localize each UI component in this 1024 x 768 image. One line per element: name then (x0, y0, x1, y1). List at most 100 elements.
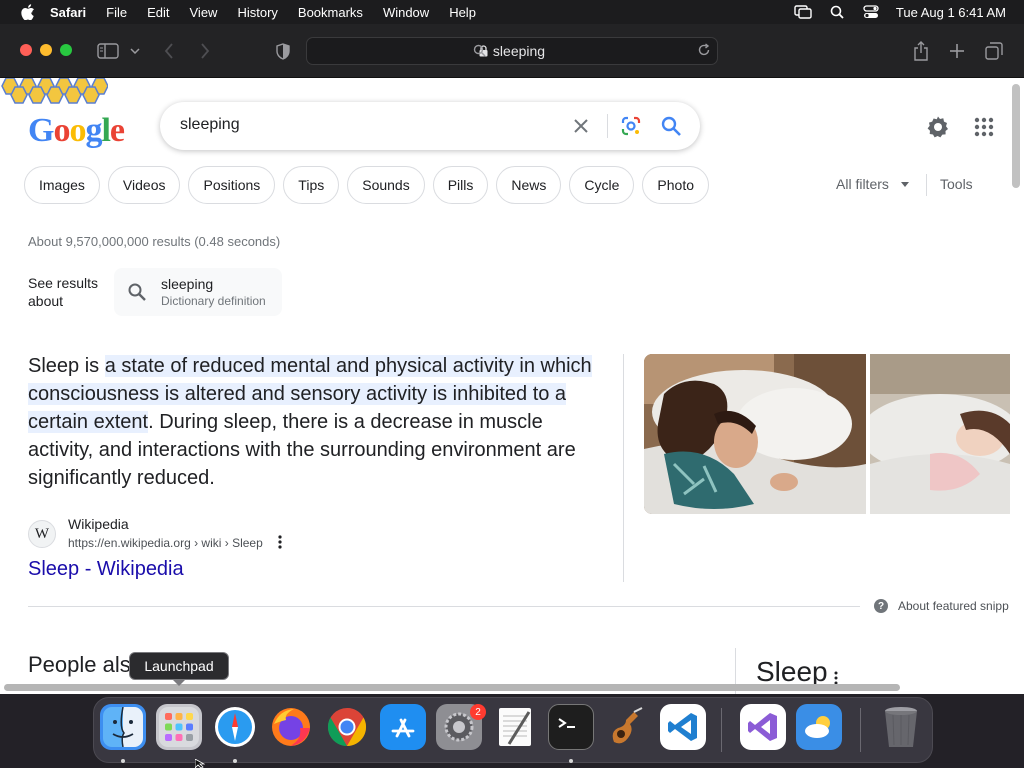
dictionary-card[interactable]: sleeping Dictionary definition (114, 268, 282, 316)
all-filters-button[interactable]: All filters (836, 176, 909, 192)
weather-icon[interactable] (796, 704, 842, 750)
new-tab-icon[interactable] (948, 40, 966, 62)
search-divider (607, 114, 608, 138)
chip-positions[interactable]: Positions (188, 166, 276, 204)
textedit-icon[interactable] (492, 704, 538, 750)
back-icon[interactable] (160, 40, 178, 62)
featured-snippet-text: Sleep is a state of reduced mental and p… (28, 352, 608, 492)
logo-letter: o (53, 112, 70, 149)
chip-news[interactable]: News (496, 166, 562, 204)
menu-file[interactable]: File (106, 5, 127, 20)
privacy-shield-icon[interactable] (274, 40, 292, 62)
logo-letter: G (28, 112, 54, 149)
settings-gear-icon[interactable] (926, 115, 950, 139)
snippet-divider (623, 354, 624, 582)
notification-badge: 2 (470, 704, 486, 720)
tab-overview-icon[interactable] (984, 40, 1004, 62)
search-icon[interactable] (660, 115, 682, 137)
app-store-icon[interactable] (380, 704, 426, 750)
chip-cycle[interactable]: Cycle (569, 166, 635, 204)
window-close-button[interactable] (20, 44, 32, 56)
sleeping-woman-image[interactable] (644, 354, 866, 514)
people-also-ask-heading: People also (28, 652, 143, 677)
filter-chips: Images Videos Positions Tips Sounds Pill… (24, 166, 717, 204)
search-icon (128, 283, 146, 301)
google-logo[interactable]: Google (28, 112, 125, 150)
all-filters-label: All filters (836, 176, 889, 192)
window-zoom-button[interactable] (60, 44, 72, 56)
vscode-icon[interactable] (660, 704, 706, 750)
instruments-icon[interactable] (604, 704, 650, 750)
running-indicator (121, 759, 125, 763)
visual-studio-icon[interactable] (740, 704, 786, 750)
clear-search-icon[interactable] (570, 115, 592, 137)
chip-photo[interactable]: Photo (642, 166, 710, 204)
result-stats: About 9,570,000,000 results (0.48 second… (28, 234, 281, 249)
logo-letter: g (85, 112, 102, 149)
help-icon[interactable]: ? (874, 599, 888, 613)
wikipedia-favicon[interactable]: W (28, 520, 56, 548)
chip-pills[interactable]: Pills (432, 166, 489, 204)
doodle-hexagon-icon[interactable] (0, 78, 108, 108)
chip-videos[interactable]: Videos (107, 166, 181, 204)
logo-letter: o (69, 112, 86, 149)
menu-help[interactable]: Help (449, 5, 476, 20)
chip-images[interactable]: Images (24, 166, 100, 204)
more-options-icon[interactable] (272, 534, 288, 550)
trash-icon[interactable] (878, 704, 924, 750)
see-results-about-label: See results about (28, 275, 99, 309)
browser-toolbar: sleeping (0, 24, 1024, 78)
launchpad-icon[interactable] (156, 704, 202, 750)
safari-icon[interactable] (212, 704, 258, 750)
running-indicator (569, 759, 573, 763)
forward-icon[interactable] (196, 40, 214, 62)
chrome-icon[interactable] (324, 704, 370, 750)
window-minimize-button[interactable] (40, 44, 52, 56)
screen-mirroring-icon[interactable] (794, 5, 812, 19)
chip-tips[interactable]: Tips (283, 166, 340, 204)
result-title-link[interactable]: Sleep - Wikipedia (28, 558, 184, 581)
dictionary-subtitle: Dictionary definition (161, 294, 266, 308)
control-center-icon[interactable] (862, 5, 880, 19)
chip-sounds[interactable]: Sounds (347, 166, 425, 204)
google-apps-icon[interactable] (974, 117, 994, 137)
address-bar[interactable]: sleeping (306, 37, 718, 65)
menu-edit[interactable]: Edit (147, 5, 169, 20)
finder-icon[interactable] (100, 704, 146, 750)
vertical-scrollbar[interactable] (1012, 84, 1020, 188)
about-featured-snippets-link[interactable]: About featured snipp (898, 599, 1009, 613)
sleeping-person-image[interactable] (870, 354, 1010, 514)
tools-button[interactable]: Tools (940, 176, 973, 192)
firefox-icon[interactable] (268, 704, 314, 750)
horizontal-scrollbar[interactable] (4, 684, 900, 691)
apple-icon[interactable] (20, 4, 36, 20)
source-url[interactable]: https://en.wikipedia.org › wiki › Sleep (68, 536, 263, 550)
source-site-name[interactable]: Wikipedia (68, 516, 129, 532)
dictionary-word: sleeping (161, 276, 214, 292)
search-box[interactable]: sleeping (160, 102, 700, 150)
menu-bookmarks[interactable]: Bookmarks (298, 5, 363, 20)
dock-separator (860, 708, 861, 752)
dock-tooltip: Launchpad (129, 652, 229, 680)
menu-view[interactable]: View (190, 5, 218, 20)
reload-icon[interactable] (697, 43, 711, 57)
tooltip-arrow (172, 679, 186, 686)
spotlight-icon[interactable] (828, 5, 846, 19)
dock: 2 (93, 697, 933, 763)
address-search-icon (473, 44, 486, 57)
google-lens-icon[interactable] (620, 115, 642, 137)
menu-app-name[interactable]: Safari (50, 5, 86, 20)
snippet-lead: Sleep is (28, 355, 105, 377)
logo-letter: l (101, 112, 111, 149)
menu-history[interactable]: History (237, 5, 277, 20)
sidebar-toggle-icon[interactable] (96, 40, 120, 62)
filters-divider (926, 174, 927, 196)
menu-window[interactable]: Window (383, 5, 429, 20)
chevron-down-icon[interactable] (128, 40, 142, 62)
dock-separator (721, 708, 722, 752)
terminal-icon[interactable] (548, 704, 594, 750)
share-icon[interactable] (912, 40, 930, 62)
menu-clock[interactable]: Tue Aug 1 6:41 AM (896, 5, 1006, 20)
mouse-cursor-icon (195, 759, 205, 768)
search-input[interactable]: sleeping (180, 116, 240, 134)
